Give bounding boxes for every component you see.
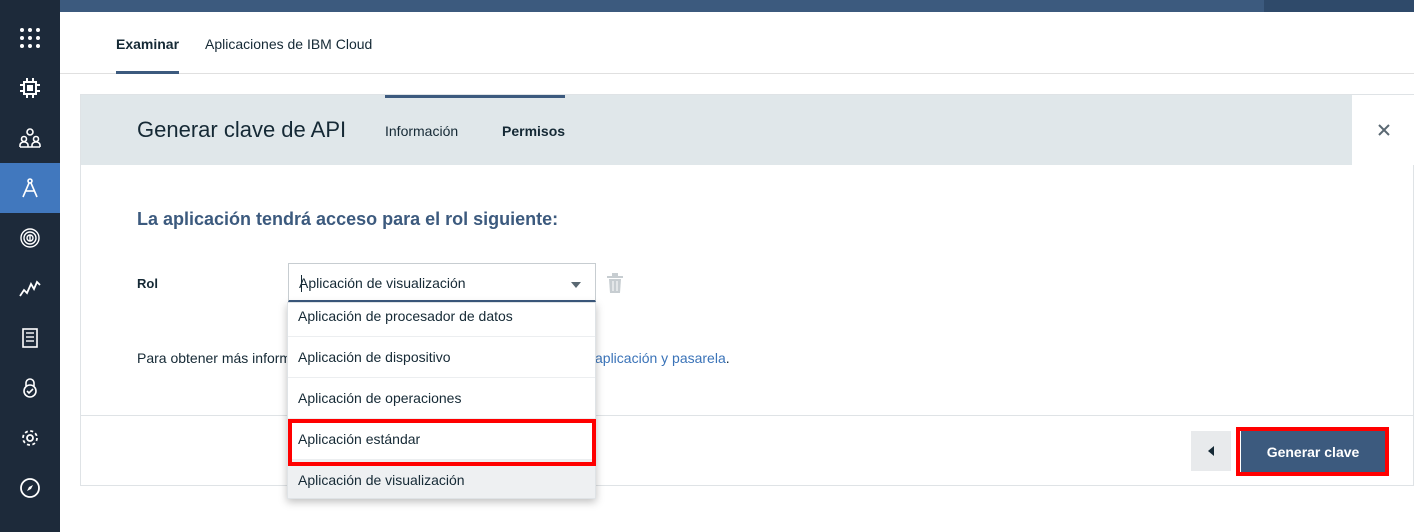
compass-tool-icon [22, 178, 38, 198]
tab-informacion[interactable]: Información [385, 95, 458, 165]
document-icon [22, 328, 38, 348]
compass-icon [20, 478, 40, 498]
info-link-container: aplicación y pasarela. [595, 350, 730, 366]
members-icon [19, 128, 41, 148]
fingerprint-icon [20, 228, 40, 248]
apps-grid-icon [20, 28, 40, 48]
sidebar-item-settings[interactable] [0, 413, 60, 463]
trash-icon [607, 273, 623, 293]
sidebar-item-apps[interactable] [0, 13, 60, 63]
tab-ibm-cloud-apps[interactable]: Aplicaciones de IBM Cloud [205, 12, 372, 74]
close-button[interactable] [1351, 95, 1414, 165]
footer-divider [81, 415, 1414, 416]
role-dropdown-menu: Aplicación de procesador de datos Aplica… [287, 302, 596, 499]
caret-left-icon [1208, 446, 1214, 456]
tab-permisos[interactable]: Permisos [502, 95, 565, 165]
sidebar-item-rules[interactable] [0, 213, 60, 263]
sidebar-item-members[interactable] [0, 113, 60, 163]
text-caret [301, 275, 302, 292]
usage-chart-icon [19, 280, 41, 297]
highlight-box-standard [288, 419, 596, 466]
sidebar-item-usage[interactable] [0, 263, 60, 313]
security-lock-icon [23, 378, 37, 398]
role-select[interactable]: Aplicación de visualización [288, 263, 596, 302]
back-button[interactable] [1191, 431, 1231, 471]
sidebar-item-security[interactable] [0, 363, 60, 413]
dropdown-option-device[interactable]: Aplicación de dispositivo [288, 337, 595, 378]
main-tabs: Examinar Aplicaciones de IBM Cloud [60, 12, 1414, 74]
generate-api-key-panel: Generar clave de API Información Permiso… [80, 94, 1414, 486]
role-select-value: Aplicación de visualización [299, 275, 466, 291]
highlight-box-generate [1236, 427, 1389, 476]
sidebar-item-explore[interactable] [0, 463, 60, 513]
gear-icon [22, 430, 38, 446]
info-suffix: . [725, 350, 730, 366]
tab-examinar[interactable]: Examinar [116, 12, 180, 74]
chevron-down-icon [571, 282, 581, 288]
dropdown-option-data-processor[interactable]: Aplicación de procesador de datos [288, 303, 595, 337]
top-bar-user-area[interactable] [1264, 0, 1414, 12]
sidebar-item-devices[interactable] [0, 63, 60, 113]
dropdown-option-operations[interactable]: Aplicación de operaciones [288, 378, 595, 419]
chip-icon [20, 78, 40, 98]
section-heading: La aplicación tendrá acceso para el rol … [137, 209, 559, 229]
delete-role-button[interactable] [607, 273, 623, 298]
sidebar [0, 0, 60, 532]
top-bar [0, 0, 1414, 12]
sidebar-item-apps-keys[interactable] [0, 163, 60, 213]
sidebar-item-logs[interactable] [0, 313, 60, 363]
close-icon [1377, 124, 1390, 136]
info-text: Para obtener más inform [137, 350, 292, 366]
role-label: Rol [137, 276, 158, 291]
info-link[interactable]: aplicación y pasarela [595, 350, 726, 366]
panel-title: Generar clave de API [137, 117, 347, 142]
panel-header: Generar clave de API Información Permiso… [81, 95, 1414, 165]
